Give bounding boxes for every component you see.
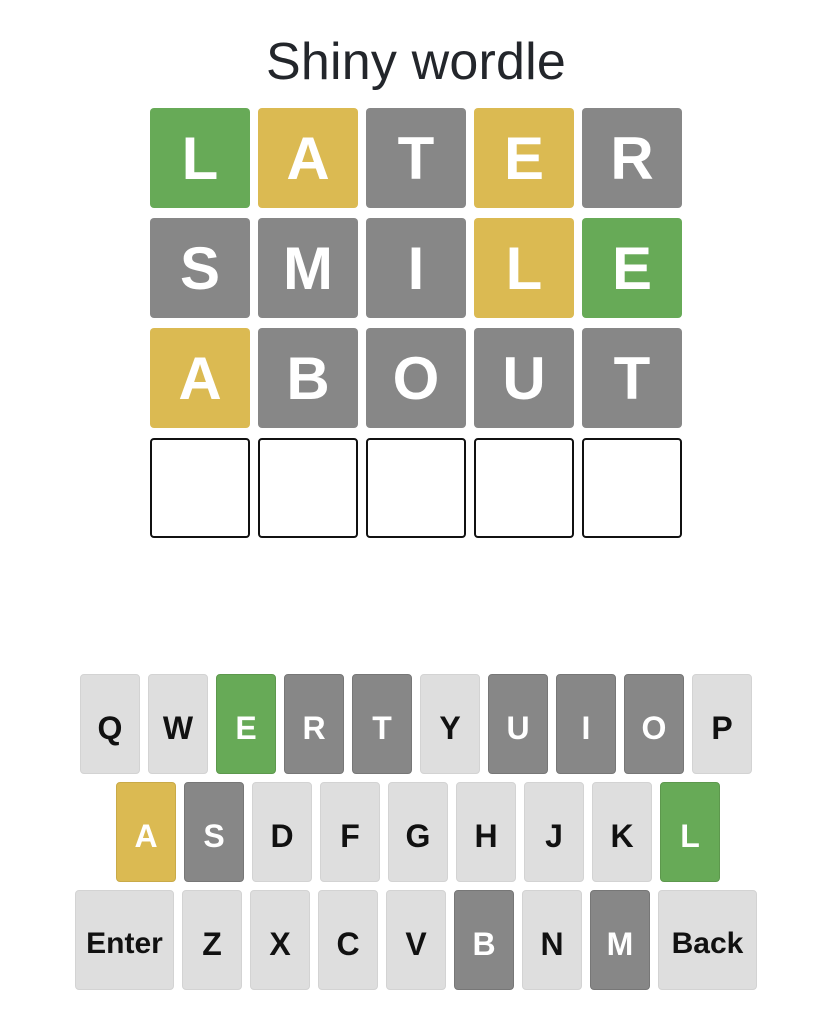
enter-key[interactable]: Enter [75, 890, 174, 990]
key-e[interactable]: E [216, 674, 276, 774]
tile-1-3: T [366, 108, 466, 208]
tile-3-1: A [150, 328, 250, 428]
tile-4-4 [474, 438, 574, 538]
tile-1-4: E [474, 108, 574, 208]
guess-row-2: S M I L E [150, 218, 682, 318]
key-w[interactable]: W [148, 674, 208, 774]
key-t[interactable]: T [352, 674, 412, 774]
key-s[interactable]: S [184, 782, 244, 882]
guess-row-3: A B O U T [150, 328, 682, 428]
key-y[interactable]: Y [420, 674, 480, 774]
on-screen-keyboard: Q W E R T Y U I O P A S D F G H J K L En… [71, 674, 761, 998]
back-key[interactable]: Back [658, 890, 757, 990]
key-v[interactable]: V [386, 890, 446, 990]
tile-4-3 [366, 438, 466, 538]
key-c[interactable]: C [318, 890, 378, 990]
key-o[interactable]: O [624, 674, 684, 774]
keyboard-row-1: Q W E R T Y U I O P [71, 674, 761, 774]
key-b[interactable]: B [454, 890, 514, 990]
key-q[interactable]: Q [80, 674, 140, 774]
key-i[interactable]: I [556, 674, 616, 774]
guess-board: L A T E R S M I L E A B O U T [150, 108, 682, 548]
key-d[interactable]: D [252, 782, 312, 882]
tile-2-2: M [258, 218, 358, 318]
tile-1-5: R [582, 108, 682, 208]
tile-2-4: L [474, 218, 574, 318]
tile-2-5: E [582, 218, 682, 318]
key-f[interactable]: F [320, 782, 380, 882]
key-g[interactable]: G [388, 782, 448, 882]
key-m[interactable]: M [590, 890, 650, 990]
tile-2-3: I [366, 218, 466, 318]
key-n[interactable]: N [522, 890, 582, 990]
key-z[interactable]: Z [182, 890, 242, 990]
key-p[interactable]: P [692, 674, 752, 774]
key-r[interactable]: R [284, 674, 344, 774]
guess-row-4 [150, 438, 682, 538]
tile-4-1 [150, 438, 250, 538]
tile-3-5: T [582, 328, 682, 428]
tile-3-4: U [474, 328, 574, 428]
tile-2-1: S [150, 218, 250, 318]
tile-4-2 [258, 438, 358, 538]
key-a[interactable]: A [116, 782, 176, 882]
game-title: Shiny wordle [265, 33, 567, 91]
tile-3-3: O [366, 328, 466, 428]
tile-3-2: B [258, 328, 358, 428]
key-j[interactable]: J [524, 782, 584, 882]
key-l[interactable]: L [660, 782, 720, 882]
keyboard-row-2: A S D F G H J K L [71, 782, 761, 882]
key-k[interactable]: K [592, 782, 652, 882]
key-h[interactable]: H [456, 782, 516, 882]
tile-4-5 [582, 438, 682, 538]
tile-1-2: A [258, 108, 358, 208]
key-u[interactable]: U [488, 674, 548, 774]
keyboard-row-3: Enter Z X C V B N M Back [71, 890, 761, 990]
guess-row-1: L A T E R [150, 108, 682, 208]
key-x[interactable]: X [250, 890, 310, 990]
tile-1-1: L [150, 108, 250, 208]
